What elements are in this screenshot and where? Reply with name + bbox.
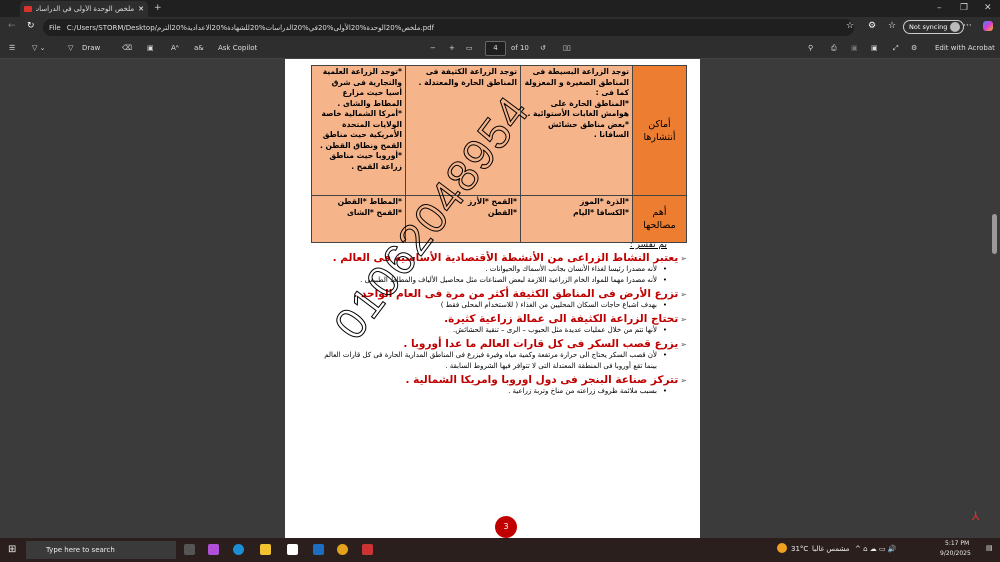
fullscreen-icon[interactable]: ⤢	[893, 44, 899, 53]
store-icon[interactable]	[287, 544, 298, 555]
pdf-toolbar: ☰ ▽ ⌄ ▽ Draw ⌫ ▣ Aᴬ a& Ask Copilot − + ▭…	[0, 38, 1000, 59]
page-number-badge: 3	[495, 516, 517, 538]
edit-with-acrobat-button[interactable]: Edit with Acrobat	[935, 44, 995, 52]
chrome-icon[interactable]	[337, 544, 348, 555]
rotate-icon[interactable]: ↺	[540, 44, 546, 52]
settings-icon[interactable]: ⚙	[911, 44, 917, 52]
pdf-page: أماكن أنتشارها توجد الزراعة البسيطة فى ا…	[285, 59, 700, 538]
draw-button[interactable]: Draw	[82, 44, 100, 52]
minimize-icon[interactable]: –	[937, 3, 942, 13]
page-view-icon[interactable]: ▯▯	[563, 44, 571, 52]
row-header: أهم مصالحها	[632, 195, 687, 243]
maximize-icon[interactable]: ❐	[960, 3, 968, 13]
file-explorer-icon[interactable]	[260, 544, 271, 555]
url-text: C:/Users/STORM/Desktop/ملخص%20الوحدة%20ا…	[66, 23, 435, 32]
extensions-icon[interactable]: ⚙	[868, 21, 876, 31]
copilot-icon[interactable]	[983, 21, 993, 31]
avatar	[950, 22, 961, 32]
read-aloud-icon[interactable]: Aᴬ	[171, 44, 179, 52]
address-bar-row: ← ↻ File C:/Users/STORM/Desktop/ملخص%20ال…	[0, 17, 1000, 38]
close-icon[interactable]: ✕	[984, 3, 992, 13]
search-placeholder: Type here to search	[46, 546, 115, 554]
tab-pdf[interactable]: ملخص الوحدة الأولى في الدراسات ✕	[20, 1, 148, 17]
text-icon[interactable]: ▣	[147, 44, 154, 52]
table-row: أهم مصالحها *الذرة *الموز *الكسافا *اليا…	[311, 195, 687, 243]
back-icon[interactable]: ←	[8, 21, 16, 31]
eraser-icon[interactable]: ⌫	[122, 44, 132, 52]
pdf-app-icon[interactable]	[362, 544, 373, 555]
save-as-icon[interactable]: ▣	[871, 44, 878, 52]
tab-title: ملخص الوحدة الأولى في الدراسات	[36, 5, 135, 13]
weather-icon	[777, 543, 787, 553]
clock-date[interactable]: 9/20/2025	[940, 550, 971, 557]
weather-temp[interactable]: 31°C	[791, 545, 808, 553]
refresh-icon[interactable]: ↻	[27, 21, 35, 31]
table-cell: *توجد الزراعة العلمية والتجارية فى شرق أ…	[311, 65, 406, 196]
fit-page-icon[interactable]: ▭	[466, 44, 473, 52]
pdf-icon	[24, 6, 32, 12]
acrobat-icon[interactable]: ⅄	[972, 509, 979, 523]
url-prefix: File	[49, 23, 61, 32]
clock-time[interactable]: 5:17 PM	[945, 540, 969, 547]
new-tab-icon[interactable]: +	[154, 3, 162, 13]
outlook-icon[interactable]	[313, 544, 324, 555]
tray-icons[interactable]: ^ ⌂ ☁ ▭ 🔊	[855, 545, 897, 553]
highlight-icon[interactable]: ▽ ⌄	[32, 44, 45, 52]
close-tab-icon[interactable]: ✕	[138, 5, 144, 13]
contents-icon[interactable]: ☰	[9, 44, 15, 52]
sync-label: Not syncing	[909, 23, 948, 31]
taskbar: ⊞ Type here to search 31°C مشمس غالبا ^ …	[0, 538, 1000, 562]
favorite-icon[interactable]: ☆	[846, 21, 854, 31]
section-title: بم تفسر :	[629, 240, 667, 250]
notification-icon[interactable]: ▤	[986, 544, 993, 552]
weather-desc[interactable]: مشمس غالبا	[812, 545, 849, 553]
page-number-input[interactable]: 4	[485, 41, 506, 56]
scrollbar-thumb[interactable]	[992, 214, 997, 254]
question: تتركز صناعة البنجر فى دول اوروبا وامريكا…	[311, 374, 687, 386]
taskbar-search[interactable]: Type here to search	[26, 541, 176, 559]
favorites-icon[interactable]: ☆	[888, 21, 896, 31]
windows-start-icon[interactable]: ⊞	[8, 544, 16, 555]
pdf-viewer: أماكن أنتشارها توجد الزراعة البسيطة فى ا…	[0, 59, 1000, 538]
print-icon[interactable]: ⎙	[831, 44, 837, 53]
answer: لأن قصب السكر يحتاج الى حرارة مرتفعة وكم…	[311, 350, 667, 372]
tab-bar: ملخص الوحدة الأولى في الدراسات ✕ + – ❐ ✕	[0, 0, 1000, 17]
ask-copilot-button[interactable]: Ask Copilot	[218, 44, 257, 52]
translate-icon[interactable]: a&	[194, 44, 204, 52]
copilot-app-icon[interactable]	[208, 544, 219, 555]
more-icon[interactable]: ···	[963, 21, 972, 31]
profile-button[interactable]: Not syncing	[903, 20, 965, 34]
zoom-in-icon[interactable]: +	[449, 44, 455, 52]
zoom-out-icon[interactable]: −	[430, 44, 436, 52]
row-header: أماكن أنتشارها	[632, 65, 687, 196]
scrollbar[interactable]	[990, 59, 998, 538]
answer: بسبب ملائمة ظروف زراعته من مناخ وتربة زر…	[311, 386, 667, 397]
task-view-icon[interactable]	[184, 544, 195, 555]
save-icon[interactable]: ▣	[851, 44, 858, 52]
page-count: of 10	[511, 44, 529, 52]
url-input[interactable]: File C:/Users/STORM/Desktop/ملخص%20الوحدة…	[43, 19, 854, 36]
table-cell: توجد الزراعة البسيطة فى المناطق الصغيرة …	[520, 65, 633, 196]
draw-icon[interactable]: ▽	[68, 44, 73, 52]
table-cell: *الذرة *الموز *الكسافا *اليام	[520, 195, 633, 243]
edge-icon[interactable]	[233, 544, 244, 555]
search-icon[interactable]: ⚲	[808, 44, 813, 52]
